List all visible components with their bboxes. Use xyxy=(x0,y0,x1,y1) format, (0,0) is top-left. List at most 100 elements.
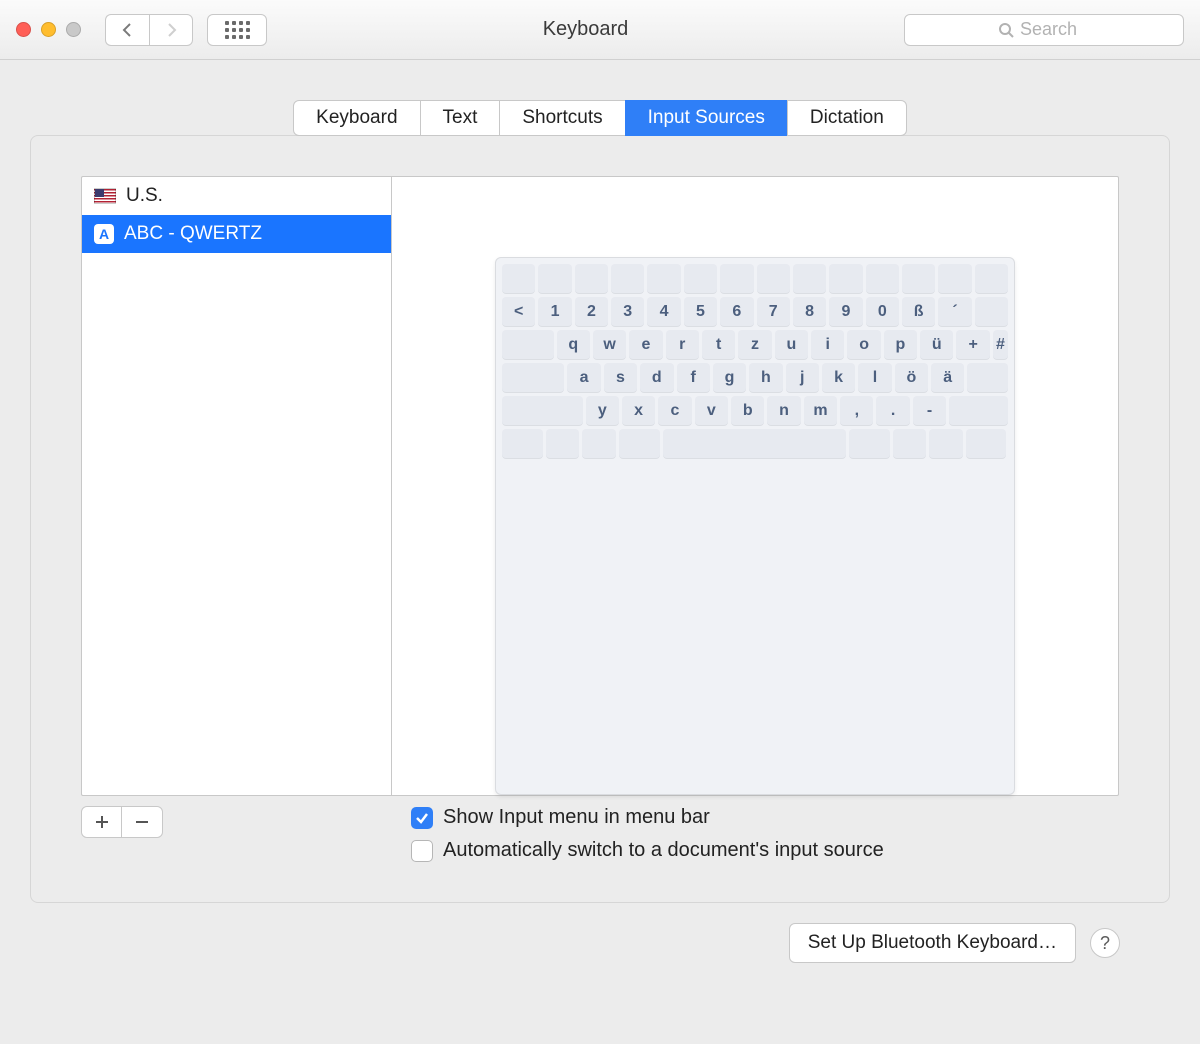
key-i: i xyxy=(811,330,844,360)
option-label: Automatically switch to a document's inp… xyxy=(443,839,884,862)
key-blank xyxy=(902,264,935,294)
key-blank xyxy=(538,264,571,294)
search-icon xyxy=(998,22,1014,38)
key-blank xyxy=(893,429,927,459)
check-icon xyxy=(415,811,429,825)
source-item-us[interactable]: U.S. xyxy=(82,177,391,215)
key-r: r xyxy=(666,330,699,360)
checkbox-auto-switch[interactable] xyxy=(411,840,433,862)
window-controls xyxy=(16,22,81,37)
key-blank xyxy=(720,264,753,294)
zoom-button[interactable] xyxy=(66,22,81,37)
forward-button[interactable] xyxy=(149,14,193,46)
tabs: Keyboard Text Shortcuts Input Sources Di… xyxy=(30,100,1170,136)
key-ö: ö xyxy=(895,363,928,393)
flag-us-icon xyxy=(94,188,116,204)
key-g: g xyxy=(713,363,746,393)
chevron-right-icon xyxy=(165,23,177,37)
checkbox-show-input-menu[interactable] xyxy=(411,807,433,829)
key-4: 4 xyxy=(647,297,680,327)
tab-keyboard[interactable]: Keyboard xyxy=(293,100,420,136)
grid-icon xyxy=(225,21,250,39)
keyboard-layout: <1234567890ß´ qwertzuiopü+# asdfghjklöä … xyxy=(495,257,1015,795)
key-.: . xyxy=(876,396,909,426)
key-y: y xyxy=(586,396,619,426)
key-x: x xyxy=(622,396,655,426)
plus-icon xyxy=(95,815,109,829)
key-blank xyxy=(966,429,1007,459)
option-auto-switch: Automatically switch to a document's inp… xyxy=(411,839,1119,862)
key-u: u xyxy=(775,330,808,360)
footer: Set Up Bluetooth Keyboard… ? xyxy=(30,903,1170,963)
key-blank xyxy=(663,429,846,459)
key-m: m xyxy=(804,396,837,426)
key-blank xyxy=(502,363,564,393)
key-7: 7 xyxy=(757,297,790,327)
key-blank xyxy=(967,363,1008,393)
source-item-abc-qwertz[interactable]: A ABC - QWERTZ xyxy=(82,215,391,253)
search-input[interactable] xyxy=(1020,19,1090,40)
key-blank xyxy=(866,264,899,294)
key-k: k xyxy=(822,363,855,393)
abc-icon: A xyxy=(94,224,114,244)
key-blank xyxy=(793,264,826,294)
tab-dictation[interactable]: Dictation xyxy=(787,100,907,136)
key-<: < xyxy=(502,297,535,327)
question-icon: ? xyxy=(1100,933,1110,954)
panel: U.S. A ABC - QWERTZ <1234567890ß´ qwertz… xyxy=(30,135,1170,903)
key-ä: ä xyxy=(931,363,964,393)
back-button[interactable] xyxy=(105,14,149,46)
key-a: a xyxy=(567,363,600,393)
bluetooth-keyboard-button[interactable]: Set Up Bluetooth Keyboard… xyxy=(789,923,1076,963)
key-z: z xyxy=(738,330,771,360)
help-button[interactable]: ? xyxy=(1090,928,1120,958)
key-3: 3 xyxy=(611,297,644,327)
tab-input-sources[interactable]: Input Sources xyxy=(625,100,788,136)
key-n: n xyxy=(767,396,800,426)
add-source-button[interactable] xyxy=(82,807,122,837)
key-blank xyxy=(929,429,963,459)
option-show-input-menu: Show Input menu in menu bar xyxy=(411,806,1119,829)
key-blank xyxy=(575,264,608,294)
key-q: q xyxy=(557,330,590,360)
key-9: 9 xyxy=(829,297,862,327)
key-v: v xyxy=(695,396,728,426)
search-field[interactable] xyxy=(904,14,1184,46)
key-5: 5 xyxy=(684,297,717,327)
input-source-list[interactable]: U.S. A ABC - QWERTZ xyxy=(81,176,391,796)
key-blank xyxy=(502,330,554,360)
keyboard-preview: <1234567890ß´ qwertzuiopü+# asdfghjklöä … xyxy=(391,176,1119,796)
key-0: 0 xyxy=(866,297,899,327)
key-e: e xyxy=(629,330,662,360)
key-ß: ß xyxy=(902,297,935,327)
key-#: # xyxy=(993,330,1008,360)
key-blank xyxy=(757,264,790,294)
tab-shortcuts[interactable]: Shortcuts xyxy=(499,100,625,136)
chevron-left-icon xyxy=(122,23,134,37)
minimize-button[interactable] xyxy=(41,22,56,37)
options: Show Input menu in menu bar Automaticall… xyxy=(411,806,1119,862)
key-blank xyxy=(619,429,660,459)
key-h: h xyxy=(749,363,782,393)
key-d: d xyxy=(640,363,673,393)
close-button[interactable] xyxy=(16,22,31,37)
key-blank xyxy=(611,264,644,294)
key-blank xyxy=(684,264,717,294)
tab-text[interactable]: Text xyxy=(420,100,501,136)
remove-source-button[interactable] xyxy=(122,807,162,837)
key-j: j xyxy=(786,363,819,393)
columns: U.S. A ABC - QWERTZ <1234567890ß´ qwertz… xyxy=(81,176,1119,796)
key-blank xyxy=(502,429,543,459)
key-blank xyxy=(949,396,1008,426)
key-s: s xyxy=(604,363,637,393)
key-,: , xyxy=(840,396,873,426)
key-blank xyxy=(502,396,583,426)
show-all-button[interactable] xyxy=(207,14,267,46)
key-blank xyxy=(546,429,580,459)
key-ü: ü xyxy=(920,330,953,360)
key-t: t xyxy=(702,330,735,360)
key-w: w xyxy=(593,330,626,360)
nav-group xyxy=(105,14,193,46)
key-8: 8 xyxy=(793,297,826,327)
key-p: p xyxy=(884,330,917,360)
